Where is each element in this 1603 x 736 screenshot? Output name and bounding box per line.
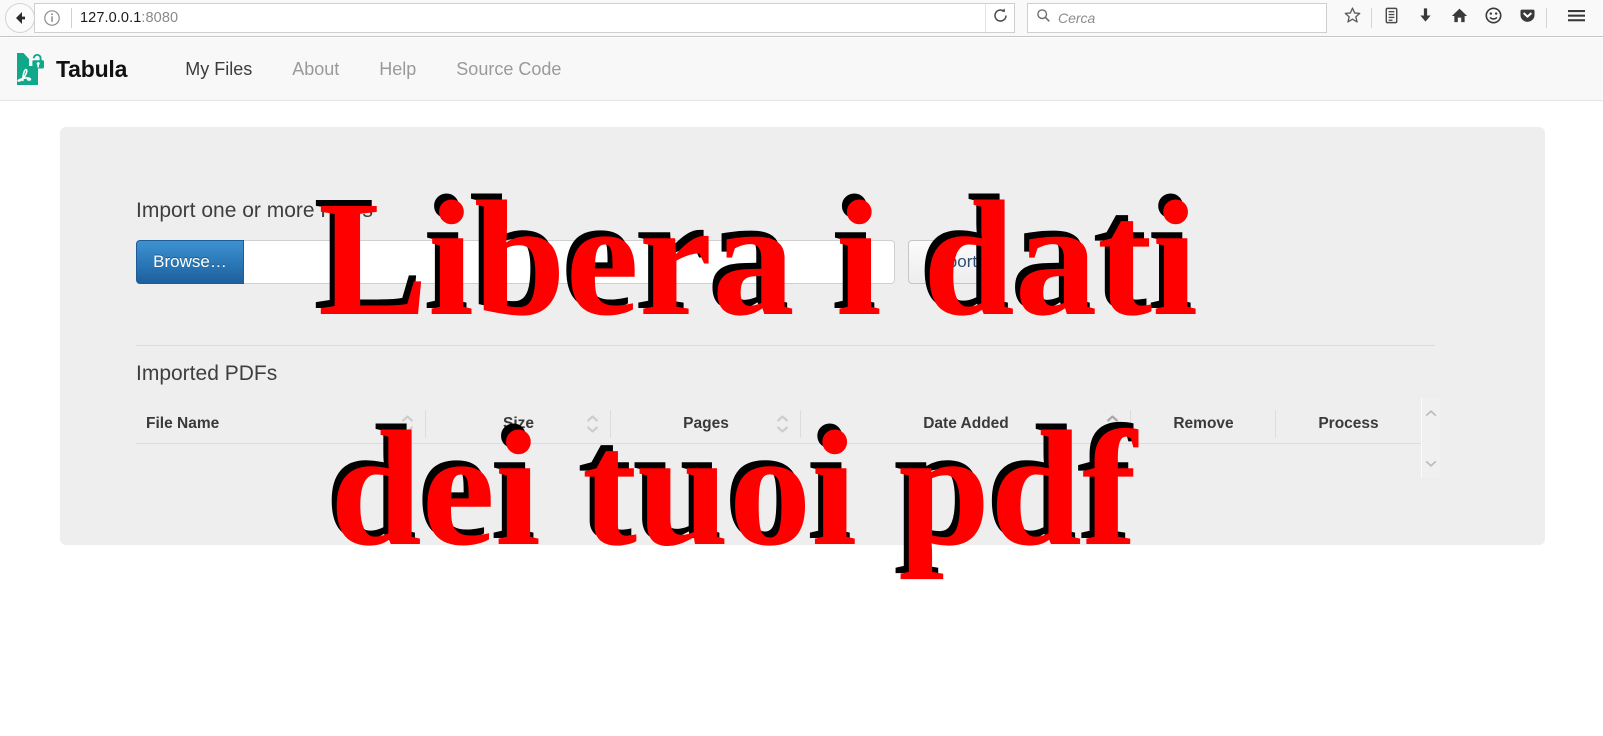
column-header-remove: Remove (1131, 404, 1276, 444)
column-label: File Name (146, 415, 220, 432)
column-header-size[interactable]: Size (426, 404, 611, 444)
home-button[interactable] (1442, 3, 1476, 33)
url-host: 127.0.0.1 (80, 10, 142, 26)
back-button[interactable] (5, 3, 35, 33)
chevron-down-icon (1106, 426, 1119, 433)
smiley-feedback-button[interactable] (1476, 3, 1510, 33)
chevron-down-icon (586, 426, 599, 433)
table-scrollbar[interactable] (1421, 398, 1440, 478)
search-icon (1036, 8, 1051, 28)
back-arrow-icon (11, 9, 29, 27)
reader-list-icon (1382, 6, 1401, 30)
downloads-button[interactable] (1408, 3, 1442, 33)
identity-separator (71, 8, 72, 28)
sort-carets[interactable] (401, 415, 414, 433)
column-label: Pages (683, 415, 729, 432)
column-header-pages[interactable]: Pages (611, 404, 801, 444)
brand-name: Tabula (56, 55, 128, 82)
url-text[interactable]: 127.0.0.1:8080 (80, 5, 977, 31)
column-header-file-name[interactable]: File Name (136, 404, 426, 444)
scroll-down-arrow[interactable] (1425, 454, 1437, 472)
section-divider (136, 345, 1435, 346)
browse-button[interactable]: Browse… (136, 240, 244, 284)
chevron-up-icon (401, 415, 414, 422)
sort-carets[interactable] (776, 415, 789, 433)
pocket-icon (1518, 6, 1537, 30)
file-input-row: Browse… Import (136, 240, 998, 284)
hamburger-menu-icon (1566, 6, 1587, 30)
chevron-up-icon (1106, 415, 1119, 422)
hamburger-menu-button[interactable] (1559, 3, 1593, 33)
toolbar-separator-2 (1546, 8, 1547, 28)
reader-list-button[interactable] (1374, 3, 1408, 33)
url-bar[interactable]: 127.0.0.1:8080 (34, 3, 985, 33)
bookmark-star-button[interactable] (1335, 3, 1369, 33)
toolbar-separator (1371, 8, 1372, 28)
column-header-date-added[interactable]: Date Added (801, 404, 1131, 444)
downloads-icon (1416, 6, 1435, 30)
chevron-down-icon (1425, 460, 1437, 467)
reload-icon (992, 7, 1009, 29)
nav-link-source-code[interactable]: Source Code (436, 38, 581, 101)
nav-link-my-files[interactable]: My Files (165, 38, 272, 101)
nav-link-about[interactable]: About (272, 38, 359, 101)
column-header-process: Process (1276, 404, 1421, 444)
nav-links: My Files About Help Source Code (165, 38, 581, 101)
file-path-input[interactable] (244, 240, 895, 284)
main-panel (60, 127, 1545, 545)
column-label: Date Added (923, 415, 1009, 432)
chevron-up-icon (776, 415, 789, 422)
column-label: Process (1318, 415, 1379, 432)
search-input[interactable]: Cerca (1058, 10, 1095, 26)
chevron-down-icon (776, 426, 789, 433)
search-box[interactable]: Cerca (1027, 3, 1327, 33)
url-port: :8080 (141, 10, 179, 26)
column-label: Remove (1173, 415, 1234, 432)
import-section-title: Import one or more PDFs (136, 199, 373, 222)
nav-link-help[interactable]: Help (359, 38, 436, 101)
bookmark-star-icon (1343, 6, 1362, 30)
imported-pdfs-table-header: File Name Size Pages Date Added Remove P… (136, 404, 1421, 444)
info-circle-icon (41, 7, 63, 29)
brand[interactable]: Tabula (16, 52, 127, 86)
site-navbar: Tabula My Files About Help Source Code (0, 38, 1603, 101)
pocket-button[interactable] (1510, 3, 1544, 33)
column-label: Size (502, 415, 534, 432)
home-icon (1450, 6, 1469, 30)
reload-button[interactable] (985, 3, 1015, 33)
chevron-up-icon (1425, 410, 1437, 417)
sort-carets[interactable] (586, 415, 599, 433)
scroll-up-arrow[interactable] (1425, 404, 1437, 422)
browser-toolbar: 127.0.0.1:8080 Cerca (0, 0, 1603, 37)
import-button[interactable]: Import (908, 240, 998, 284)
site-identity-box[interactable] (41, 5, 80, 31)
tabula-pdf-unlock-icon (16, 52, 46, 86)
imported-pdfs-title: Imported PDFs (136, 362, 278, 385)
sort-carets[interactable] (1106, 415, 1119, 433)
toolbar-icon-group (1335, 3, 1603, 33)
smiley-feedback-icon (1484, 6, 1503, 30)
chevron-down-icon (401, 426, 414, 433)
chevron-up-icon (586, 415, 599, 422)
